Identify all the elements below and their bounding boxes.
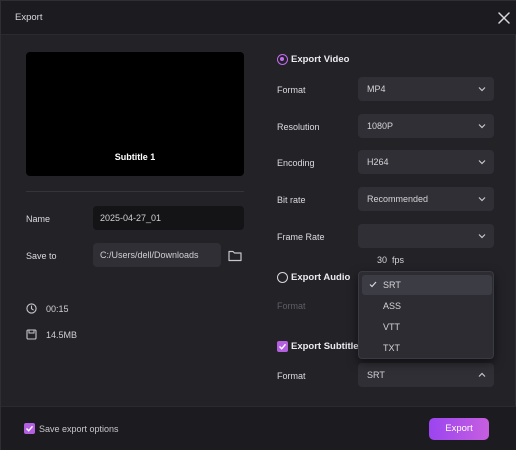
name-field[interactable]: 2025-04-27_01	[93, 206, 244, 230]
export-video-label: Export Video	[291, 54, 350, 65]
resolution-value: 1080P	[367, 121, 394, 131]
subtitle-format-dropdown: SRT ASS VTT TXT	[358, 271, 494, 359]
save-to-label: Save to	[26, 251, 57, 261]
dropdown-option-vtt[interactable]: VTT	[362, 317, 492, 337]
export-dialog: Export Subtitle 1 Name 2025-04-27_01 Sav…	[0, 0, 516, 450]
export-subtitles-label: Export Subtitles	[291, 341, 364, 352]
chevron-down-icon	[478, 197, 486, 202]
save-path-field[interactable]: C:/Users/dell/Downloads	[93, 243, 221, 267]
bitrate-value: Recommended	[367, 194, 429, 204]
dropdown-option-ass[interactable]: ASS	[362, 296, 492, 316]
chevron-down-icon	[478, 124, 486, 129]
subtitle-format-label: Format	[277, 371, 306, 381]
chevron-up-icon	[478, 372, 486, 377]
name-label: Name	[26, 214, 51, 224]
save-options-checkbox[interactable]	[24, 423, 35, 434]
audio-format-label: Format	[277, 301, 306, 311]
dropdown-option-srt[interactable]: SRT	[362, 275, 492, 295]
encoding-label: Encoding	[277, 158, 315, 168]
resolution-select[interactable]: 1080P	[358, 114, 494, 138]
chevron-down-icon	[478, 87, 486, 92]
option-label: SRT	[383, 280, 401, 290]
export-audio-label: Export Audio	[291, 272, 351, 283]
framerate-select[interactable]: 30 fps	[358, 224, 494, 265]
export-button[interactable]: Export	[429, 418, 489, 440]
format-select[interactable]: MP4	[358, 77, 494, 101]
chevron-down-icon	[478, 160, 486, 165]
option-label: TXT	[383, 343, 400, 353]
format-label: Format	[277, 85, 306, 95]
option-label: ASS	[383, 301, 402, 311]
duration-value: 00:15	[46, 304, 69, 314]
export-audio-radio[interactable]	[277, 272, 288, 283]
framerate-value: 30 fps	[377, 255, 405, 265]
resolution-label: Resolution	[277, 122, 320, 132]
encoding-select[interactable]: H264	[358, 150, 494, 174]
export-subtitles-checkbox[interactable]	[277, 341, 288, 352]
subtitle-format-value: SRT	[367, 370, 385, 380]
bitrate-select[interactable]: Recommended	[358, 187, 494, 211]
check-icon	[279, 343, 287, 350]
close-icon[interactable]	[495, 9, 513, 27]
format-value: MP4	[367, 84, 386, 94]
folder-icon[interactable]	[228, 249, 242, 262]
title-bar: Export	[1, 1, 516, 35]
video-preview: Subtitle 1	[26, 52, 244, 176]
subtitle-format-select[interactable]: SRT	[358, 363, 494, 387]
divider	[26, 191, 244, 192]
encoding-value: H264	[367, 157, 389, 167]
option-label: VTT	[383, 322, 400, 332]
preview-subtitle-text: Subtitle 1	[114, 152, 156, 162]
clock-icon	[26, 303, 37, 314]
save-options-label: Save export options	[39, 424, 119, 434]
check-icon	[26, 425, 34, 432]
check-icon	[369, 281, 377, 288]
bitrate-label: Bit rate	[277, 195, 306, 205]
dialog-title: Export	[15, 12, 43, 23]
file-size-value: 14.5MB	[46, 330, 78, 340]
export-video-radio[interactable]	[277, 54, 288, 65]
save-size-icon	[26, 329, 37, 340]
framerate-label: Frame Rate	[277, 232, 325, 242]
dropdown-option-txt[interactable]: TXT	[362, 338, 492, 358]
chevron-down-icon	[478, 234, 486, 239]
